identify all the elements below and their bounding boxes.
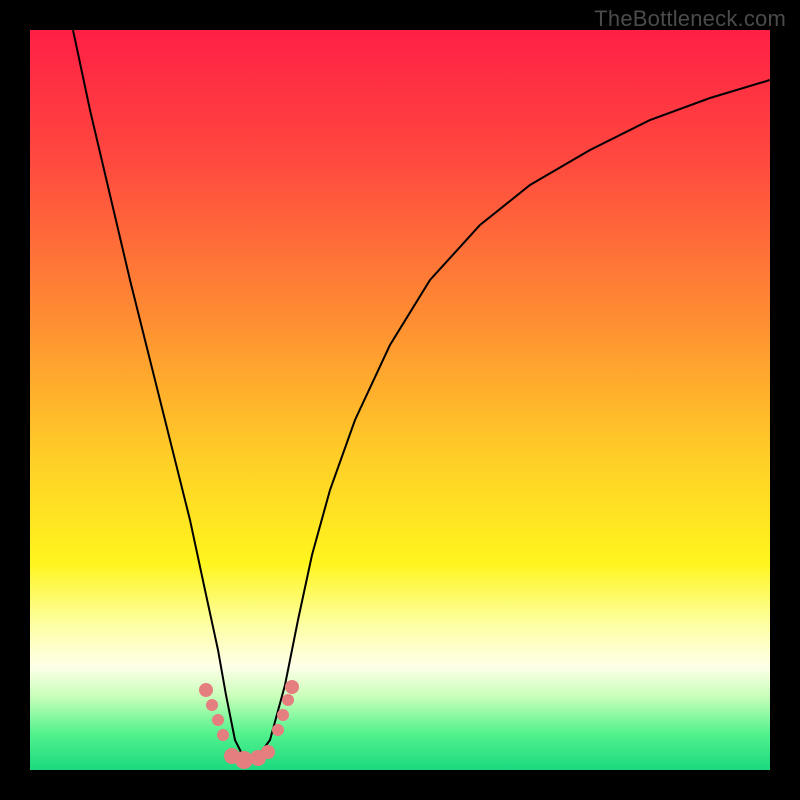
- point-left-4: [217, 729, 229, 741]
- point-right-4: [285, 680, 299, 694]
- bottleneck-curve: [73, 30, 770, 760]
- plot-area: [30, 30, 770, 770]
- curve-layer: [30, 30, 770, 770]
- watermark-text: TheBottleneck.com: [594, 6, 786, 32]
- point-bottom-4: [261, 745, 275, 759]
- point-left-1: [199, 683, 213, 697]
- marker-group: [199, 680, 299, 769]
- point-right-1: [272, 724, 284, 736]
- point-left-3: [212, 714, 224, 726]
- point-left-2: [206, 699, 218, 711]
- point-right-3: [282, 694, 294, 706]
- point-right-2: [277, 709, 289, 721]
- chart-frame: TheBottleneck.com: [0, 0, 800, 800]
